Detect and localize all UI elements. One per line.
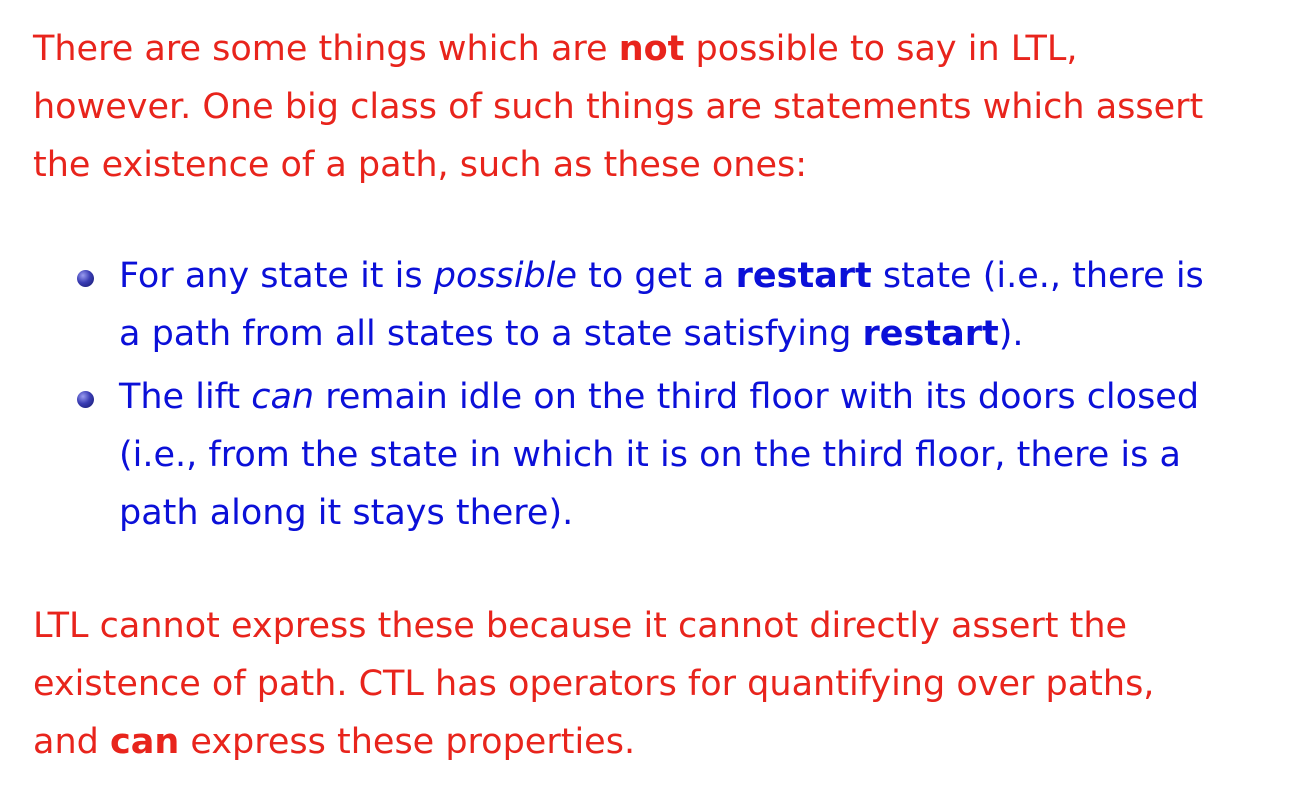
bullet-icon [77, 270, 94, 287]
bullet-icon [77, 391, 94, 408]
conclusion-line-3: and can express these properties. [33, 722, 636, 762]
emphasis-can: can [251, 377, 315, 417]
emphasis-possible: possible [433, 256, 578, 296]
intro-line-3: the existence of a path, such as these o… [33, 145, 808, 185]
emphasis-not: not [618, 29, 685, 69]
keyword-restart: restart [862, 314, 999, 354]
examples-list: For any state it is possible to get a re… [0, 247, 1204, 547]
list-item: For any state it is possible to get a re… [0, 247, 1204, 363]
emphasis-can: can [109, 722, 180, 762]
intro-line-1: There are some things which are not poss… [33, 29, 1078, 69]
conclusion-paragraph: LTL cannot express these because it cann… [33, 597, 1273, 771]
intro-paragraph: There are some things which are not poss… [33, 20, 1273, 194]
conclusion-line-2: existence of path. CTL has operators for… [33, 664, 1155, 704]
list-item: The lift can remain idle on the third fl… [0, 368, 1204, 542]
conclusion-line-1: LTL cannot express these because it cann… [33, 606, 1128, 646]
intro-line-2: however. One big class of such things ar… [33, 87, 1204, 127]
keyword-restart: restart [735, 256, 872, 296]
